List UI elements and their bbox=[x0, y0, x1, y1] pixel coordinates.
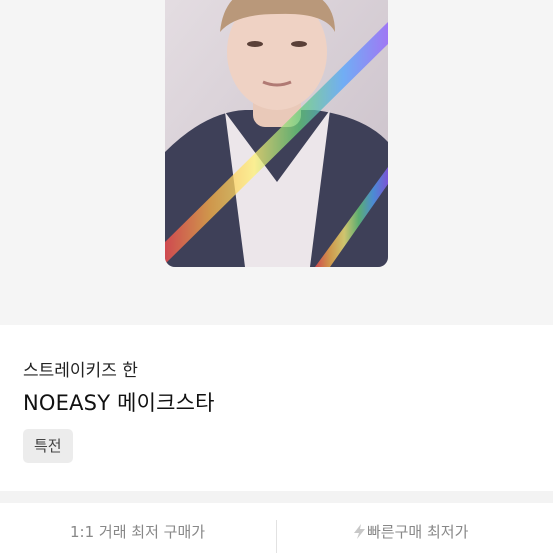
product-image-area bbox=[0, 0, 553, 325]
artist-name: 스트레이키즈 한 bbox=[23, 361, 138, 381]
product-title: NOEASY 메이크스타 bbox=[23, 391, 215, 415]
quick-buy-lowest-button[interactable]: 빠른구매 최저가 bbox=[354, 521, 468, 543]
price-divider bbox=[276, 520, 277, 553]
tag-badge[interactable]: 특전 bbox=[23, 429, 73, 463]
lightning-icon bbox=[354, 524, 365, 543]
lowest-1to1-price-label: 1:1 거래 최저 구매가 bbox=[70, 523, 206, 541]
lowest-1to1-price-button[interactable]: 1:1 거래 최저 구매가 bbox=[70, 521, 205, 542]
photocard-image[interactable] bbox=[165, 0, 388, 267]
section-divider bbox=[0, 491, 553, 503]
quick-buy-lowest-label: 빠른구매 최저가 bbox=[367, 523, 469, 541]
